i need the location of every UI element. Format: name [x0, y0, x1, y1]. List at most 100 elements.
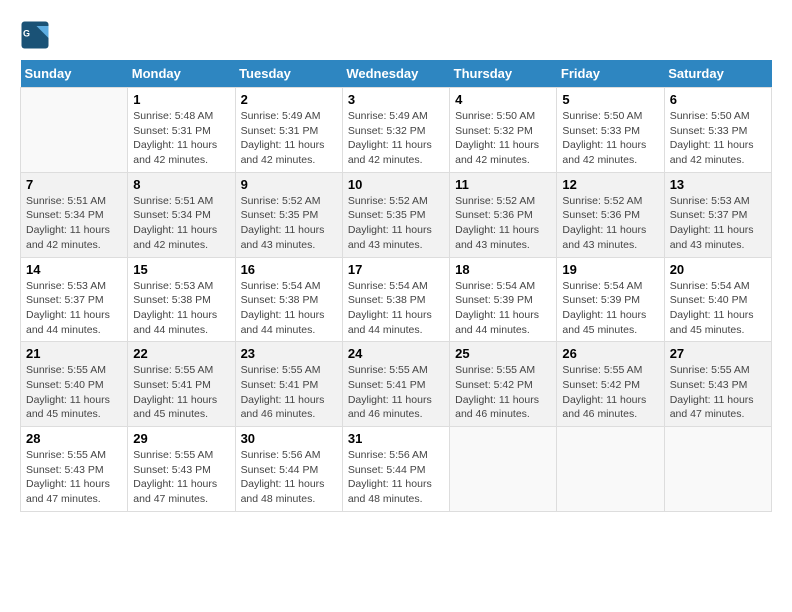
- day-number: 2: [241, 92, 337, 107]
- day-number: 14: [26, 262, 122, 277]
- day-info: Sunrise: 5:56 AM Sunset: 5:44 PM Dayligh…: [348, 448, 444, 507]
- day-cell: 3 Sunrise: 5:49 AM Sunset: 5:32 PM Daylig…: [342, 88, 449, 173]
- col-header-tuesday: Tuesday: [235, 60, 342, 88]
- day-cell: 12 Sunrise: 5:52 AM Sunset: 5:36 PM Dayli…: [557, 172, 664, 257]
- day-number: 26: [562, 346, 658, 361]
- day-cell: 17 Sunrise: 5:54 AM Sunset: 5:38 PM Dayli…: [342, 257, 449, 342]
- day-number: 19: [562, 262, 658, 277]
- day-cell: 9Sunrise: 5:52 AM Sunset: 5:35 PM Daylig…: [235, 172, 342, 257]
- day-cell: 1 Sunrise: 5:48 AM Sunset: 5:31 PM Daylig…: [128, 88, 235, 173]
- day-number: 1: [133, 92, 229, 107]
- day-cell: 14 Sunrise: 5:53 AM Sunset: 5:37 PM Dayli…: [21, 257, 128, 342]
- col-header-monday: Monday: [128, 60, 235, 88]
- day-cell: 5 Sunrise: 5:50 AM Sunset: 5:33 PM Daylig…: [557, 88, 664, 173]
- col-header-friday: Friday: [557, 60, 664, 88]
- day-number: 10: [348, 177, 444, 192]
- day-cell: 7Sunrise: 5:51 AM Sunset: 5:34 PM Daylig…: [21, 172, 128, 257]
- col-header-sunday: Sunday: [21, 60, 128, 88]
- day-cell: 6 Sunrise: 5:50 AM Sunset: 5:33 PM Daylig…: [664, 88, 771, 173]
- day-info: Sunrise: 5:50 AM Sunset: 5:33 PM Dayligh…: [670, 109, 766, 168]
- day-info: Sunrise: 5:52 AM Sunset: 5:36 PM Dayligh…: [562, 194, 658, 253]
- day-number: 5: [562, 92, 658, 107]
- day-info: Sunrise: 5:55 AM Sunset: 5:40 PM Dayligh…: [26, 363, 122, 422]
- calendar-table: SundayMondayTuesdayWednesdayThursdayFrid…: [20, 60, 772, 512]
- day-number: 28: [26, 431, 122, 446]
- day-info: Sunrise: 5:48 AM Sunset: 5:31 PM Dayligh…: [133, 109, 229, 168]
- day-cell: [21, 88, 128, 173]
- day-info: Sunrise: 5:55 AM Sunset: 5:41 PM Dayligh…: [133, 363, 229, 422]
- day-cell: 10 Sunrise: 5:52 AM Sunset: 5:35 PM Dayli…: [342, 172, 449, 257]
- day-info: Sunrise: 5:51 AM Sunset: 5:34 PM Dayligh…: [26, 194, 122, 253]
- day-number: 17: [348, 262, 444, 277]
- week-row-2: 7Sunrise: 5:51 AM Sunset: 5:34 PM Daylig…: [21, 172, 772, 257]
- day-info: Sunrise: 5:55 AM Sunset: 5:42 PM Dayligh…: [562, 363, 658, 422]
- day-cell: 2 Sunrise: 5:49 AM Sunset: 5:31 PM Daylig…: [235, 88, 342, 173]
- day-number: 4: [455, 92, 551, 107]
- day-info: Sunrise: 5:53 AM Sunset: 5:37 PM Dayligh…: [26, 279, 122, 338]
- day-info: Sunrise: 5:53 AM Sunset: 5:37 PM Dayligh…: [670, 194, 766, 253]
- day-info: Sunrise: 5:49 AM Sunset: 5:31 PM Dayligh…: [241, 109, 337, 168]
- logo-icon: G: [20, 20, 50, 50]
- day-info: Sunrise: 5:55 AM Sunset: 5:43 PM Dayligh…: [670, 363, 766, 422]
- header: G: [20, 20, 772, 50]
- col-header-saturday: Saturday: [664, 60, 771, 88]
- day-number: 23: [241, 346, 337, 361]
- week-row-4: 21 Sunrise: 5:55 AM Sunset: 5:40 PM Dayli…: [21, 342, 772, 427]
- logo: G: [20, 20, 54, 50]
- day-number: 24: [348, 346, 444, 361]
- week-row-3: 14 Sunrise: 5:53 AM Sunset: 5:37 PM Dayli…: [21, 257, 772, 342]
- svg-text:G: G: [23, 29, 30, 39]
- day-info: Sunrise: 5:52 AM Sunset: 5:35 PM Dayligh…: [241, 194, 337, 253]
- day-cell: [664, 427, 771, 512]
- day-info: Sunrise: 5:55 AM Sunset: 5:42 PM Dayligh…: [455, 363, 551, 422]
- day-number: 18: [455, 262, 551, 277]
- day-cell: 19 Sunrise: 5:54 AM Sunset: 5:39 PM Dayli…: [557, 257, 664, 342]
- day-info: Sunrise: 5:49 AM Sunset: 5:32 PM Dayligh…: [348, 109, 444, 168]
- col-header-wednesday: Wednesday: [342, 60, 449, 88]
- day-info: Sunrise: 5:50 AM Sunset: 5:32 PM Dayligh…: [455, 109, 551, 168]
- day-cell: [450, 427, 557, 512]
- day-cell: 31 Sunrise: 5:56 AM Sunset: 5:44 PM Dayli…: [342, 427, 449, 512]
- day-cell: 8Sunrise: 5:51 AM Sunset: 5:34 PM Daylig…: [128, 172, 235, 257]
- day-cell: 4 Sunrise: 5:50 AM Sunset: 5:32 PM Daylig…: [450, 88, 557, 173]
- day-cell: 30 Sunrise: 5:56 AM Sunset: 5:44 PM Dayli…: [235, 427, 342, 512]
- day-info: Sunrise: 5:54 AM Sunset: 5:39 PM Dayligh…: [455, 279, 551, 338]
- day-info: Sunrise: 5:52 AM Sunset: 5:35 PM Dayligh…: [348, 194, 444, 253]
- day-cell: 22 Sunrise: 5:55 AM Sunset: 5:41 PM Dayli…: [128, 342, 235, 427]
- day-cell: 15 Sunrise: 5:53 AM Sunset: 5:38 PM Dayli…: [128, 257, 235, 342]
- day-number: 16: [241, 262, 337, 277]
- day-number: 8: [133, 177, 229, 192]
- day-info: Sunrise: 5:54 AM Sunset: 5:39 PM Dayligh…: [562, 279, 658, 338]
- day-number: 21: [26, 346, 122, 361]
- col-header-thursday: Thursday: [450, 60, 557, 88]
- day-number: 27: [670, 346, 766, 361]
- day-info: Sunrise: 5:56 AM Sunset: 5:44 PM Dayligh…: [241, 448, 337, 507]
- day-info: Sunrise: 5:55 AM Sunset: 5:43 PM Dayligh…: [26, 448, 122, 507]
- day-number: 31: [348, 431, 444, 446]
- day-info: Sunrise: 5:50 AM Sunset: 5:33 PM Dayligh…: [562, 109, 658, 168]
- day-number: 3: [348, 92, 444, 107]
- day-cell: 28 Sunrise: 5:55 AM Sunset: 5:43 PM Dayli…: [21, 427, 128, 512]
- day-cell: 18 Sunrise: 5:54 AM Sunset: 5:39 PM Dayli…: [450, 257, 557, 342]
- day-cell: 23Sunrise: 5:55 AM Sunset: 5:41 PM Dayli…: [235, 342, 342, 427]
- day-cell: 27 Sunrise: 5:55 AM Sunset: 5:43 PM Dayli…: [664, 342, 771, 427]
- day-cell: 21 Sunrise: 5:55 AM Sunset: 5:40 PM Dayli…: [21, 342, 128, 427]
- day-info: Sunrise: 5:53 AM Sunset: 5:38 PM Dayligh…: [133, 279, 229, 338]
- day-info: Sunrise: 5:54 AM Sunset: 5:38 PM Dayligh…: [348, 279, 444, 338]
- day-number: 12: [562, 177, 658, 192]
- day-cell: 26 Sunrise: 5:55 AM Sunset: 5:42 PM Dayli…: [557, 342, 664, 427]
- day-number: 22: [133, 346, 229, 361]
- day-number: 29: [133, 431, 229, 446]
- week-row-1: 1 Sunrise: 5:48 AM Sunset: 5:31 PM Daylig…: [21, 88, 772, 173]
- day-cell: 24 Sunrise: 5:55 AM Sunset: 5:41 PM Dayli…: [342, 342, 449, 427]
- day-number: 11: [455, 177, 551, 192]
- day-number: 15: [133, 262, 229, 277]
- day-number: 6: [670, 92, 766, 107]
- day-info: Sunrise: 5:55 AM Sunset: 5:41 PM Dayligh…: [348, 363, 444, 422]
- day-cell: 16Sunrise: 5:54 AM Sunset: 5:38 PM Dayli…: [235, 257, 342, 342]
- day-number: 30: [241, 431, 337, 446]
- day-number: 25: [455, 346, 551, 361]
- day-cell: 25 Sunrise: 5:55 AM Sunset: 5:42 PM Dayli…: [450, 342, 557, 427]
- day-info: Sunrise: 5:55 AM Sunset: 5:43 PM Dayligh…: [133, 448, 229, 507]
- day-number: 13: [670, 177, 766, 192]
